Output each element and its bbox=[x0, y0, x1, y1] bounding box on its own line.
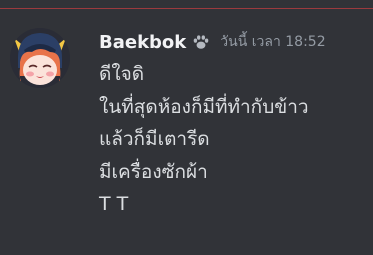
avatar-image bbox=[10, 28, 70, 88]
message-line[interactable]: T T bbox=[99, 188, 309, 221]
message-line[interactable]: แล้วก็มีเตารีด bbox=[99, 123, 309, 156]
message-header: Baekbok วันนี้ เวลา 18:52 bbox=[99, 28, 326, 56]
message-content: ดีใจดิ ในที่สุดห้องก็มีที่ทำกับข้าว แล้ว… bbox=[99, 58, 309, 221]
new-messages-divider bbox=[0, 8, 373, 9]
message-line[interactable]: มีเครื่องซักผ้า bbox=[99, 156, 309, 189]
message-line[interactable]: ในที่สุดห้องก็มีที่ทำกับข้าว bbox=[99, 91, 309, 124]
avatar[interactable] bbox=[10, 28, 70, 88]
chat-pane: Baekbok วันนี้ เวลา 18:52 ดีใจดิ ในที่สุ… bbox=[0, 0, 373, 255]
message-timestamp[interactable]: วันนี้ เวลา 18:52 bbox=[220, 31, 325, 53]
message-line[interactable]: ดีใจดิ bbox=[99, 58, 309, 91]
paw-icon bbox=[192, 33, 210, 51]
author-name[interactable]: Baekbok bbox=[99, 32, 186, 53]
